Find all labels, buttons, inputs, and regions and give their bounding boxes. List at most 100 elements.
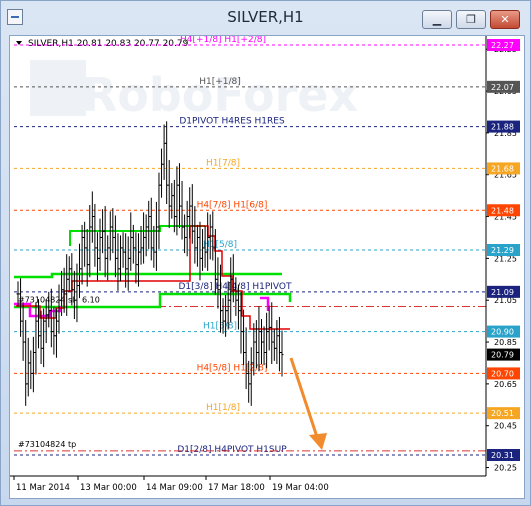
- candle: [34, 302, 38, 375]
- time-tick-label: 11 Mar 2014: [16, 483, 70, 493]
- candle: [195, 224, 199, 267]
- price-badge-label: 20.90: [491, 328, 514, 337]
- candle: [142, 212, 146, 264]
- candle: [265, 312, 269, 369]
- level-label: D1[2/8] H4PIVOT H1SUP: [177, 445, 287, 455]
- indicator-red-line: [16, 225, 290, 330]
- candle: [147, 200, 151, 249]
- price-badge: 21.29: [487, 244, 520, 256]
- dropdown-triangle-icon: [16, 41, 22, 45]
- candle: [83, 221, 87, 267]
- price-badge: 20.90: [487, 325, 520, 338]
- candle: [198, 221, 202, 281]
- candle: [52, 306, 56, 355]
- candle: [78, 243, 82, 299]
- candle: [267, 305, 271, 351]
- candle: [98, 218, 102, 271]
- chart-window: SILVER,H1 ▁ ❐ ✕ RoboForex SILVER,H1 20.8…: [0, 0, 531, 506]
- price-tick-label: 20.45: [494, 422, 517, 431]
- candle: [275, 320, 279, 365]
- candle: [154, 201, 158, 271]
- candle: [188, 187, 192, 239]
- candle: [157, 172, 161, 249]
- candle: [244, 327, 248, 390]
- level-label: H1[7/8]: [206, 158, 240, 168]
- level-line: H4[7/8] H1[6/8]: [14, 200, 486, 211]
- level-line: H1[7/8]: [14, 158, 486, 169]
- price-badge: 21.88: [487, 120, 520, 133]
- candle: [80, 224, 84, 285]
- arrow-head-icon: [309, 433, 327, 450]
- candle: [113, 215, 117, 278]
- price-badge: 22.27: [487, 39, 520, 51]
- price-badge-label: 22.27: [491, 41, 514, 50]
- time-tick-label: 14 Mar 09:00: [146, 483, 203, 493]
- level-line: H4[5/8] H1[2/8]: [14, 363, 486, 374]
- candle: [208, 214, 212, 260]
- indicator-magenta-line-2: [260, 296, 270, 311]
- minimize-button[interactable]: ▁: [422, 10, 452, 29]
- price-tick-label: 20.85: [494, 338, 517, 347]
- price-badge: 20.31: [487, 449, 520, 461]
- candle: [170, 183, 174, 219]
- take-profit-label: #73104824 tp: [18, 440, 76, 449]
- candle: [29, 350, 33, 390]
- level-label: H1[1/8]: [206, 403, 240, 413]
- candle: [24, 320, 28, 406]
- candle: [277, 316, 281, 372]
- candle: [124, 233, 128, 288]
- candle: [85, 229, 89, 287]
- price-badge-label: 20.79: [491, 351, 514, 360]
- candle: [272, 329, 276, 361]
- price-badge: 21.09: [487, 285, 520, 298]
- candles: [16, 121, 284, 406]
- price-badge: 20.79: [487, 348, 520, 361]
- candle: [254, 320, 258, 369]
- price-badge-label: 21.29: [491, 246, 514, 255]
- price-badge: 22.07: [487, 80, 520, 93]
- candle: [44, 299, 48, 344]
- candle: [193, 206, 197, 264]
- price-badge-label: 21.48: [491, 206, 514, 215]
- level-label: D1PIVOT H4RES H1RES: [179, 117, 285, 127]
- level-line: H1[1/8]: [14, 403, 486, 414]
- time-tick-label: 17 Mar 18:00: [208, 483, 265, 493]
- price-badge: 20.51: [487, 407, 520, 420]
- price-badge-label: 20.31: [491, 451, 514, 460]
- close-button[interactable]: ✕: [490, 10, 520, 29]
- price-tick-label: 20.25: [494, 464, 517, 473]
- candle: [242, 309, 246, 366]
- price-badge-label: 20.51: [491, 409, 514, 418]
- indicator-green-line-1: [14, 272, 282, 279]
- chart-area[interactable]: RoboForex SILVER,H1 20.81 20.83 20.77 20…: [9, 35, 525, 499]
- stop-loss-suffix: 6.10: [82, 295, 100, 304]
- minimize-icon: ▁: [432, 13, 442, 26]
- candle: [177, 163, 181, 229]
- candle: [149, 197, 153, 261]
- close-icon: ✕: [500, 13, 510, 26]
- level-label: H1[+1/8]: [199, 77, 241, 87]
- price-badge-label: 22.07: [491, 83, 514, 92]
- candle: [185, 200, 189, 257]
- price-badge-label: 21.88: [491, 123, 514, 132]
- price-tick-label: 20.65: [494, 380, 517, 389]
- price-badge: 20.70: [487, 367, 520, 380]
- candle: [280, 330, 284, 377]
- level-line: D1[2/8] H4PIVOT H1SUP: [14, 445, 486, 456]
- price-badge-label: 20.70: [491, 369, 514, 378]
- forecast-arrow: [289, 357, 327, 450]
- price-chart[interactable]: RoboForex SILVER,H1 20.81 20.83 20.77 20…: [10, 35, 524, 498]
- time-tick-label: 13 Mar 00:00: [80, 483, 137, 493]
- price-badge-label: 21.09: [491, 288, 514, 297]
- candle: [249, 347, 253, 406]
- candle: [165, 121, 169, 204]
- restore-button[interactable]: ❐: [456, 10, 486, 29]
- time-tick-label: 19 Mar 04:00: [272, 483, 329, 493]
- candle: [93, 203, 97, 267]
- title-bar[interactable]: SILVER,H1 ▁ ❐ ✕: [1, 1, 530, 35]
- candle: [152, 225, 156, 268]
- symbol-info: SILVER,H1 20.81 20.83 20.77 20.79: [28, 39, 189, 49]
- candle: [257, 306, 261, 372]
- candle: [167, 160, 171, 229]
- level-line: D1[3/8] H4[4/8] H1PIVOT: [14, 282, 486, 293]
